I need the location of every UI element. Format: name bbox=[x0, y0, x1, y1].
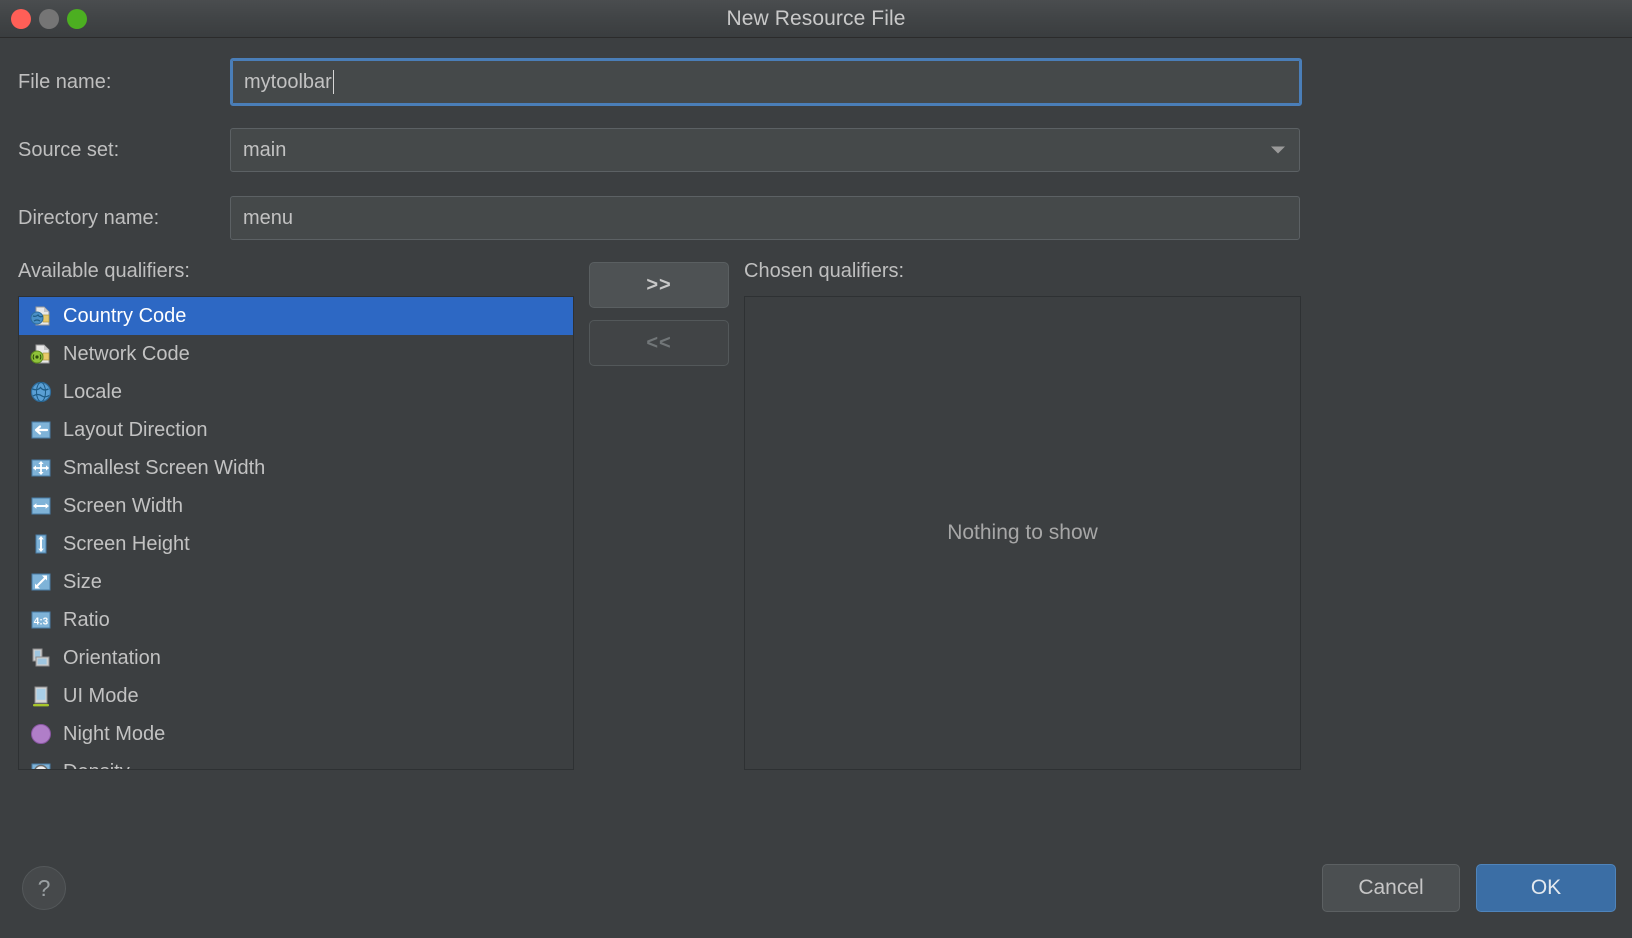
directory-name-row: Directory name: menu bbox=[18, 196, 1308, 240]
list-item-label: Country Code bbox=[63, 305, 186, 328]
cancel-button[interactable]: Cancel bbox=[1322, 864, 1460, 912]
smallest-screen-width-icon bbox=[29, 456, 53, 480]
list-item-label: Night Mode bbox=[63, 723, 165, 746]
svg-text:4:3: 4:3 bbox=[34, 617, 49, 628]
empty-state-text: Nothing to show bbox=[947, 521, 1098, 545]
directory-name-label: Directory name: bbox=[18, 207, 230, 230]
title-bar: New Resource File bbox=[0, 0, 1632, 38]
list-item-label: Screen Width bbox=[63, 495, 183, 518]
available-qualifiers-label: Available qualifiers: bbox=[18, 260, 190, 283]
file-name-label: File name: bbox=[18, 71, 230, 94]
list-item-label: Ratio bbox=[63, 609, 110, 632]
list-item[interactable]: Smallest Screen Width bbox=[19, 449, 573, 487]
screen-width-icon bbox=[29, 494, 53, 518]
text-caret bbox=[333, 70, 334, 94]
file-name-input[interactable]: mytoolbar bbox=[230, 58, 1302, 106]
list-item-label: Orientation bbox=[63, 647, 161, 670]
list-item-label: UI Mode bbox=[63, 685, 139, 708]
list-item-label: Density bbox=[63, 761, 130, 771]
chosen-qualifiers-label: Chosen qualifiers: bbox=[744, 260, 904, 283]
layout-direction-icon bbox=[29, 418, 53, 442]
close-window-button[interactable] bbox=[11, 9, 31, 29]
list-item[interactable]: Night Mode bbox=[19, 715, 573, 753]
list-item[interactable]: UI Mode bbox=[19, 677, 573, 715]
directory-name-input[interactable]: menu bbox=[230, 196, 1300, 240]
list-item[interactable]: Size bbox=[19, 563, 573, 601]
minimize-window-button[interactable] bbox=[39, 9, 59, 29]
list-item[interactable]: Network Code bbox=[19, 335, 573, 373]
night-mode-icon bbox=[29, 722, 53, 746]
zoom-window-button[interactable] bbox=[67, 9, 87, 29]
file-name-row: File name: mytoolbar bbox=[18, 60, 1308, 104]
window-controls bbox=[11, 0, 87, 38]
list-item-label: Screen Height bbox=[63, 533, 190, 556]
list-item[interactable]: Screen Height bbox=[19, 525, 573, 563]
remove-qualifier-button[interactable]: << bbox=[589, 320, 729, 366]
new-resource-file-dialog: New Resource File File name: mytoolbar S… bbox=[0, 0, 1632, 938]
help-button[interactable]: ? bbox=[22, 866, 66, 910]
list-item[interactable]: Country Code bbox=[19, 297, 573, 335]
chosen-qualifiers-list[interactable]: Nothing to show bbox=[744, 296, 1301, 770]
source-set-combobox[interactable]: main bbox=[230, 128, 1300, 172]
source-set-row: Source set: main bbox=[18, 128, 1308, 172]
ok-button[interactable]: OK bbox=[1476, 864, 1616, 912]
ui-mode-icon bbox=[29, 684, 53, 708]
list-item-label: Smallest Screen Width bbox=[63, 457, 265, 480]
window-title: New Resource File bbox=[0, 7, 1632, 31]
chevron-down-icon bbox=[1271, 147, 1285, 154]
list-item[interactable]: Locale bbox=[19, 373, 573, 411]
orientation-icon bbox=[29, 646, 53, 670]
screen-height-icon bbox=[29, 532, 53, 556]
list-item-label: Locale bbox=[63, 381, 122, 404]
source-set-value: main bbox=[243, 139, 286, 162]
list-item[interactable]: Orientation bbox=[19, 639, 573, 677]
dialog-body: File name: mytoolbar Source set: main Di… bbox=[0, 38, 1632, 938]
list-item[interactable]: Density bbox=[19, 753, 573, 770]
density-icon bbox=[29, 760, 53, 770]
available-qualifiers-list[interactable]: Country Code Network Code bbox=[18, 296, 574, 770]
directory-name-value: menu bbox=[243, 207, 293, 230]
add-qualifier-button[interactable]: >> bbox=[589, 262, 729, 308]
size-icon bbox=[29, 570, 53, 594]
locale-icon bbox=[29, 380, 53, 404]
list-item-label: Layout Direction bbox=[63, 419, 208, 442]
country-code-icon bbox=[29, 304, 53, 328]
file-name-value: mytoolbar bbox=[244, 71, 332, 94]
source-set-label: Source set: bbox=[18, 139, 230, 162]
list-item[interactable]: Screen Width bbox=[19, 487, 573, 525]
list-item-label: Size bbox=[63, 571, 102, 594]
list-item-label: Network Code bbox=[63, 343, 190, 366]
list-item[interactable]: 4:3 Ratio bbox=[19, 601, 573, 639]
ratio-icon: 4:3 bbox=[29, 608, 53, 632]
list-item[interactable]: Layout Direction bbox=[19, 411, 573, 449]
network-code-icon bbox=[29, 342, 53, 366]
